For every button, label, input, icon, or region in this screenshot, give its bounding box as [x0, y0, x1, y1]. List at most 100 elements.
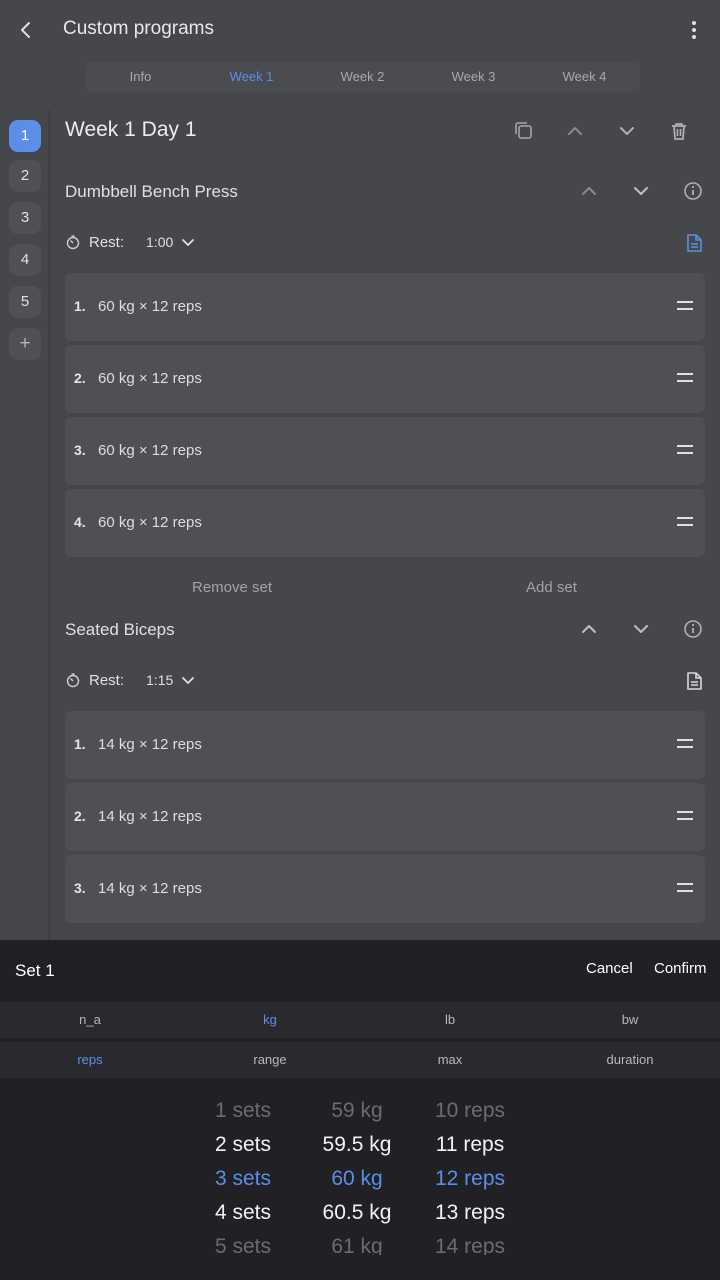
tab-week-3[interactable]: Week 3	[418, 62, 529, 92]
day-button-1[interactable]: 1	[9, 120, 41, 152]
set-number: 4.	[74, 514, 86, 530]
rest-row[interactable]: Rest: 1:15	[65, 668, 195, 692]
set-row[interactable]: 1. 14 kg × 12 reps	[65, 711, 705, 779]
rep-mode-range[interactable]: range	[180, 1042, 360, 1078]
weight-wheel-picker[interactable]: 59 kg 59.5 kg 60 kg 60.5 kg 61 kg	[297, 1095, 417, 1255]
wheel-option-selected[interactable]: 3 sets	[183, 1167, 303, 1191]
day-button-5[interactable]: 5	[9, 286, 41, 318]
set-row[interactable]: 2. 14 kg × 12 reps	[65, 783, 705, 851]
wheel-option[interactable]: 10 reps	[410, 1099, 530, 1123]
day-button-4[interactable]: 4	[9, 244, 41, 276]
day-button-3[interactable]: 3	[9, 202, 41, 234]
set-summary: 60 kg × 12 reps	[98, 514, 202, 531]
chevron-down-icon	[182, 239, 195, 247]
notes-icon[interactable]	[680, 229, 708, 257]
set-row[interactable]: 1. 60 kg × 12 reps	[65, 273, 705, 341]
sets-wheel-picker[interactable]: 1 sets 2 sets 3 sets 4 sets 5 sets	[183, 1095, 303, 1255]
wheel-option[interactable]: 13 reps	[410, 1201, 530, 1225]
chevron-down-icon	[182, 677, 195, 685]
day-button-2[interactable]: 2	[9, 160, 41, 192]
set-number: 3.	[74, 880, 86, 896]
set-number: 2.	[74, 808, 86, 824]
unit-option-lb[interactable]: lb	[360, 1002, 540, 1038]
set-row[interactable]: 4. 60 kg × 12 reps	[65, 489, 705, 557]
tab-info[interactable]: Info	[85, 62, 196, 92]
drag-handle-icon[interactable]	[677, 301, 693, 313]
exercise-move-down-icon[interactable]	[627, 615, 655, 643]
info-icon[interactable]	[679, 615, 707, 643]
exercise-name: Dumbbell Bench Press	[65, 182, 238, 201]
rest-value: 1:00	[146, 234, 174, 250]
add-set-button[interactable]: Add set	[526, 579, 577, 596]
set-summary: 60 kg × 12 reps	[98, 370, 202, 387]
set-number: 2.	[74, 370, 86, 386]
wheel-option-selected[interactable]: 60 kg	[297, 1167, 417, 1191]
rest-row[interactable]: Rest: 1:00	[65, 230, 195, 254]
wheel-option[interactable]: 11 reps	[410, 1133, 530, 1157]
wheel-option[interactable]: 59.5 kg	[297, 1133, 417, 1157]
rep-mode-duration[interactable]: duration	[540, 1042, 720, 1078]
back-arrow-icon[interactable]	[12, 16, 40, 44]
set-summary: 14 kg × 12 reps	[98, 808, 202, 825]
more-vertical-icon[interactable]	[680, 16, 708, 44]
exercise-move-up-icon[interactable]	[575, 177, 603, 205]
tab-week-2[interactable]: Week 2	[307, 62, 418, 92]
set-row[interactable]: 3. 60 kg × 12 reps	[65, 417, 705, 485]
timer-icon	[66, 235, 80, 250]
unit-option-n-a[interactable]: n_a	[0, 1002, 180, 1038]
reps-wheel-picker[interactable]: 10 reps 11 reps 12 reps 13 reps 14 reps	[410, 1095, 530, 1255]
remove-set-button[interactable]: Remove set	[192, 579, 272, 596]
set-number: 3.	[74, 442, 86, 458]
add-day-button[interactable]: +	[9, 328, 41, 360]
tab-week-1[interactable]: Week 1	[196, 62, 307, 92]
drag-handle-icon[interactable]	[677, 811, 693, 823]
rest-label: Rest:	[89, 233, 125, 251]
wheel-option[interactable]: 61 kg	[297, 1235, 417, 1255]
wheel-option[interactable]: 59 kg	[297, 1099, 417, 1123]
set-row[interactable]: 3. 14 kg × 12 reps	[65, 855, 705, 923]
rep-mode-max[interactable]: max	[360, 1042, 540, 1078]
rep-mode-selector: reps range max duration	[0, 1042, 720, 1078]
rest-value: 1:15	[146, 672, 174, 688]
cancel-button[interactable]: Cancel	[586, 960, 633, 977]
set-summary: 60 kg × 12 reps	[98, 298, 202, 315]
exercise-move-down-icon[interactable]	[627, 177, 655, 205]
day-title: Week 1 Day 1	[65, 118, 197, 141]
page-title: Custom programs	[63, 18, 214, 39]
wheel-option[interactable]: 4 sets	[183, 1201, 303, 1225]
drag-handle-icon[interactable]	[677, 517, 693, 529]
unit-option-bw[interactable]: bw	[540, 1002, 720, 1038]
drag-handle-icon[interactable]	[677, 373, 693, 385]
wheel-option[interactable]: 2 sets	[183, 1133, 303, 1157]
notes-icon[interactable]	[680, 667, 708, 695]
confirm-button[interactable]: Confirm	[654, 960, 707, 977]
day-move-down-icon[interactable]	[613, 117, 641, 145]
wheel-option[interactable]: 5 sets	[183, 1235, 303, 1255]
set-summary: 60 kg × 12 reps	[98, 442, 202, 459]
sheet-title: Set 1	[15, 961, 55, 980]
drag-handle-icon[interactable]	[677, 445, 693, 457]
rep-mode-reps[interactable]: reps	[0, 1042, 180, 1078]
drag-handle-icon[interactable]	[677, 883, 693, 895]
rest-label: Rest:	[89, 671, 125, 689]
week-tabs: Info Week 1 Week 2 Week 3 Week 4	[85, 62, 640, 92]
set-summary: 14 kg × 12 reps	[98, 736, 202, 753]
wheel-option-selected[interactable]: 12 reps	[410, 1167, 530, 1191]
wheel-option[interactable]: 1 sets	[183, 1099, 303, 1123]
timer-icon	[66, 673, 80, 688]
wheel-option[interactable]: 14 reps	[410, 1235, 530, 1255]
wheel-option[interactable]: 60.5 kg	[297, 1201, 417, 1225]
trash-icon[interactable]	[665, 117, 693, 145]
app-bar: Custom programs	[0, 0, 720, 60]
set-summary: 14 kg × 12 reps	[98, 880, 202, 897]
exercise-name: Seated Biceps	[65, 620, 175, 639]
drag-handle-icon[interactable]	[677, 739, 693, 751]
set-row[interactable]: 2. 60 kg × 12 reps	[65, 345, 705, 413]
set-number: 1.	[74, 736, 86, 752]
day-move-up-icon[interactable]	[561, 117, 589, 145]
copy-icon[interactable]	[510, 117, 538, 145]
tab-week-4[interactable]: Week 4	[529, 62, 640, 92]
exercise-move-up-icon[interactable]	[575, 615, 603, 643]
unit-option-kg[interactable]: kg	[180, 1002, 360, 1038]
info-icon[interactable]	[679, 177, 707, 205]
